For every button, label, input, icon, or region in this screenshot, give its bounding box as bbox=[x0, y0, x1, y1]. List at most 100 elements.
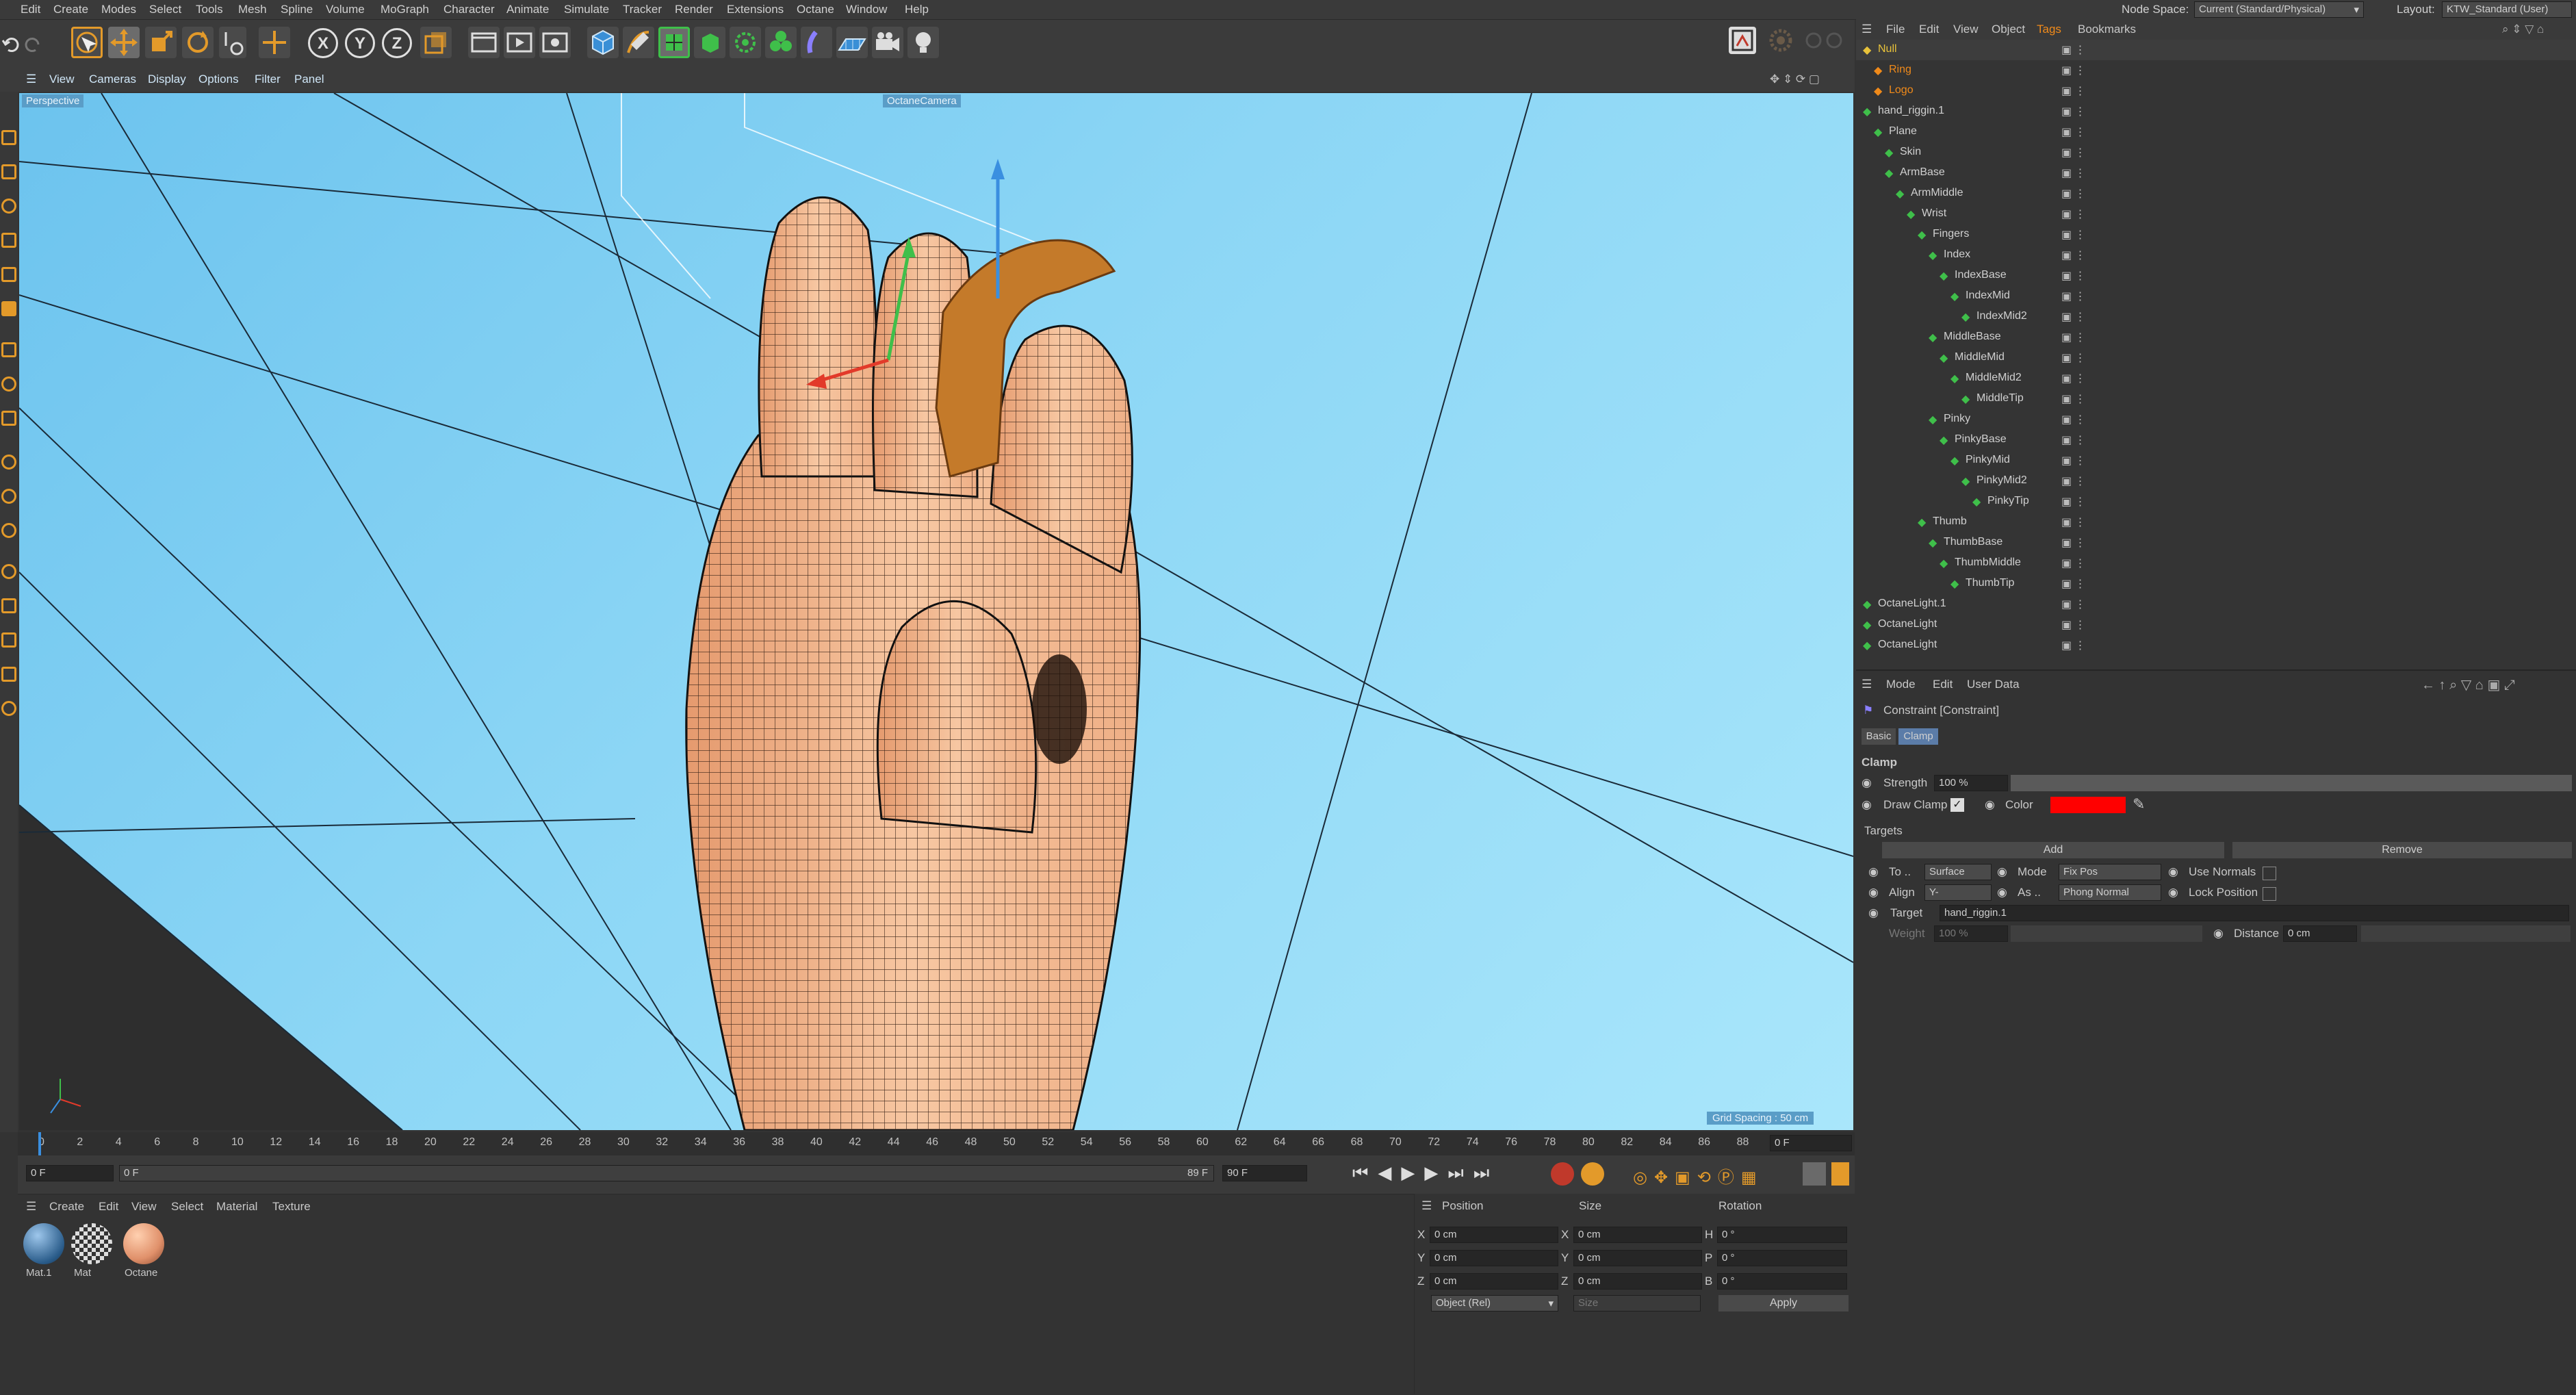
visibility-toggle-icon[interactable]: ▣ ⋮ bbox=[2061, 433, 2086, 447]
start-frame-field[interactable]: 0 F bbox=[26, 1165, 114, 1181]
record-icon[interactable] bbox=[1551, 1162, 1574, 1186]
dope-sheet-icon[interactable] bbox=[1831, 1162, 1849, 1186]
object-row[interactable]: ◆ ThumbMiddle ▣ ⋮ bbox=[1856, 553, 2576, 574]
size-z-field[interactable]: 0 cm bbox=[1573, 1273, 1702, 1290]
attr-nav-icons[interactable]: ← ↑ ⌕ ▽ ⌂ ▣ ⤢ bbox=[2421, 676, 2515, 693]
object-menu-tags[interactable]: Tags bbox=[2037, 23, 2061, 36]
visibility-toggle-icon[interactable]: ▣ ⋮ bbox=[2061, 413, 2086, 426]
menu-mograph[interactable]: MoGraph bbox=[381, 3, 429, 16]
visibility-toggle-icon[interactable]: ▣ ⋮ bbox=[2061, 248, 2086, 262]
object-row[interactable]: ◆ IndexMid ▣ ⋮ bbox=[1856, 286, 2576, 307]
rot-b-field[interactable]: 0 ° bbox=[1717, 1273, 1847, 1290]
live-selection-button[interactable] bbox=[71, 27, 103, 58]
object-row[interactable]: ◆ Logo ▣ ⋮ bbox=[1856, 81, 2576, 101]
extrude-generator-icon[interactable] bbox=[694, 27, 725, 58]
object-menu-bookmarks[interactable]: Bookmarks bbox=[2078, 23, 2136, 36]
size-x-field[interactable]: 0 cm bbox=[1573, 1227, 1702, 1243]
mode-dropdown[interactable]: Fix Pos bbox=[2059, 864, 2161, 880]
object-row[interactable]: ◆ PinkyBase ▣ ⋮ bbox=[1856, 430, 2576, 450]
visibility-toggle-icon[interactable]: ▣ ⋮ bbox=[2061, 556, 2086, 570]
object-row[interactable]: ◆ PinkyTip ▣ ⋮ bbox=[1856, 491, 2576, 512]
radio-dot-icon[interactable]: ◉ bbox=[1997, 865, 2007, 879]
object-row[interactable]: ◆ Thumb ▣ ⋮ bbox=[1856, 512, 2576, 533]
radio-dot-icon[interactable]: ◉ bbox=[1868, 886, 1879, 899]
lock-position-checkbox[interactable] bbox=[2263, 887, 2276, 901]
object-row[interactable]: ◆ PinkyMid2 ▣ ⋮ bbox=[1856, 471, 2576, 491]
menu-select[interactable]: Select bbox=[149, 3, 181, 16]
rot-h-field[interactable]: 0 ° bbox=[1717, 1227, 1847, 1243]
apply-button[interactable]: Apply bbox=[1718, 1295, 1849, 1311]
menu-mesh[interactable]: Mesh bbox=[238, 3, 267, 16]
pen-spline-icon[interactable] bbox=[623, 27, 654, 58]
polygons-mode-icon[interactable] bbox=[1, 301, 16, 316]
rotate-button[interactable] bbox=[182, 27, 214, 58]
bend-deformer-icon[interactable] bbox=[801, 27, 832, 58]
material-menu-select[interactable]: Select bbox=[171, 1200, 203, 1214]
color-swatch[interactable] bbox=[2050, 797, 2126, 813]
snap-settings-icon[interactable] bbox=[1, 523, 16, 538]
visibility-toggle-icon[interactable]: ▣ ⋮ bbox=[2061, 105, 2086, 118]
menu-tracker[interactable]: Tracker bbox=[623, 3, 662, 16]
planar-workplane-icon[interactable] bbox=[1, 598, 16, 613]
enable-axis-icon[interactable] bbox=[1, 376, 16, 392]
viewport-menu-display[interactable]: Display bbox=[148, 73, 186, 86]
align-dropdown[interactable]: Y- bbox=[1924, 884, 1992, 901]
object-menu-object[interactable]: Object bbox=[1992, 23, 2025, 36]
hamburger-menu-icon[interactable]: ☰ bbox=[1862, 23, 1872, 36]
axis-y-toggle[interactable]: Y bbox=[345, 28, 375, 58]
timeline-settings-icon[interactable] bbox=[1803, 1162, 1826, 1186]
octane-live-viewer-icon[interactable] bbox=[1729, 27, 1756, 54]
pos-z-field[interactable]: 0 cm bbox=[1430, 1273, 1558, 1290]
workplane-icon[interactable] bbox=[1, 199, 16, 214]
visibility-toggle-icon[interactable]: ▣ ⋮ bbox=[2061, 331, 2086, 344]
hamburger-menu-icon[interactable]: ☰ bbox=[1421, 1199, 1432, 1213]
uv-mode-icon[interactable] bbox=[1, 342, 16, 357]
object-row[interactable]: ◆ MiddleMid2 ▣ ⋮ bbox=[1856, 368, 2576, 389]
hamburger-menu-icon[interactable]: ☰ bbox=[26, 1200, 36, 1214]
radio-dot-icon[interactable]: ◉ bbox=[2213, 927, 2224, 940]
timeline-ruler[interactable]: 0 2 4 6 8 10 12 14 16 18 20 22 24 26 28 30 32 34 36 38 40 42 4… bbox=[18, 1132, 1855, 1155]
visibility-toggle-icon[interactable]: ▣ ⋮ bbox=[2061, 125, 2086, 139]
object-row[interactable]: ◆ OctaneLight ▣ ⋮ bbox=[1856, 635, 2576, 656]
menu-window[interactable]: Window bbox=[846, 3, 887, 16]
snap-icon[interactable] bbox=[1, 489, 16, 504]
playhead[interactable] bbox=[38, 1132, 41, 1155]
visibility-toggle-icon[interactable]: ▣ ⋮ bbox=[2061, 372, 2086, 385]
edges-mode-icon[interactable] bbox=[1, 267, 16, 282]
quantize-icon[interactable] bbox=[1, 667, 16, 682]
viewport-menu-filter[interactable]: Filter bbox=[255, 73, 281, 86]
visibility-toggle-icon[interactable]: ▣ ⋮ bbox=[2061, 207, 2086, 221]
menu-modes[interactable]: Modes bbox=[101, 3, 136, 16]
grid-icon[interactable] bbox=[1, 632, 16, 648]
material-menu-material[interactable]: Material bbox=[216, 1200, 257, 1214]
object-row[interactable]: ◆ MiddleTip ▣ ⋮ bbox=[1856, 389, 2576, 409]
object-row[interactable]: ◆ Pinky ▣ ⋮ bbox=[1856, 409, 2576, 430]
solo-mode-icon[interactable] bbox=[1, 455, 16, 470]
menu-render[interactable]: Render bbox=[675, 3, 713, 16]
move-button[interactable] bbox=[108, 27, 140, 58]
workplane-lock-icon[interactable] bbox=[1, 564, 16, 579]
visibility-toggle-icon[interactable]: ▣ ⋮ bbox=[2061, 351, 2086, 365]
key-tools-icons[interactable]: ◎✥▣⟲Ⓟ▦ bbox=[1633, 1164, 1764, 1188]
visibility-toggle-icon[interactable]: ▣ ⋮ bbox=[2061, 166, 2086, 180]
material-swatch[interactable]: Octane bbox=[118, 1222, 172, 1282]
material-menu-edit[interactable]: Edit bbox=[99, 1200, 118, 1214]
menu-octane[interactable]: Octane bbox=[797, 3, 834, 16]
viewport-menu-view[interactable]: View bbox=[49, 73, 75, 86]
visibility-toggle-icon[interactable]: ▣ ⋮ bbox=[2061, 64, 2086, 77]
visibility-toggle-icon[interactable]: ▣ ⋮ bbox=[2061, 290, 2086, 303]
to-dropdown[interactable]: Surface bbox=[1924, 864, 1992, 880]
menu-spline[interactable]: Spline bbox=[281, 3, 313, 16]
goto-end-alt-icon[interactable]: ⏭ bbox=[1473, 1162, 1499, 1183]
tweak-mode-icon[interactable] bbox=[1, 411, 16, 426]
visibility-toggle-icon[interactable]: ▣ ⋮ bbox=[2061, 43, 2086, 57]
mograph-spheres-icon[interactable] bbox=[765, 27, 797, 58]
radio-dot-icon[interactable]: ◉ bbox=[1868, 865, 1879, 879]
undo-icon[interactable] bbox=[1, 29, 21, 57]
pos-x-field[interactable]: 0 cm bbox=[1430, 1227, 1558, 1243]
cloner-icon[interactable] bbox=[730, 27, 761, 58]
rot-p-field[interactable]: 0 ° bbox=[1717, 1250, 1847, 1266]
attr-menu-mode[interactable]: Mode bbox=[1886, 678, 1916, 691]
strength-field[interactable]: 100 % bbox=[1934, 775, 2008, 791]
radio-dot-icon[interactable]: ◉ bbox=[1997, 886, 2007, 899]
